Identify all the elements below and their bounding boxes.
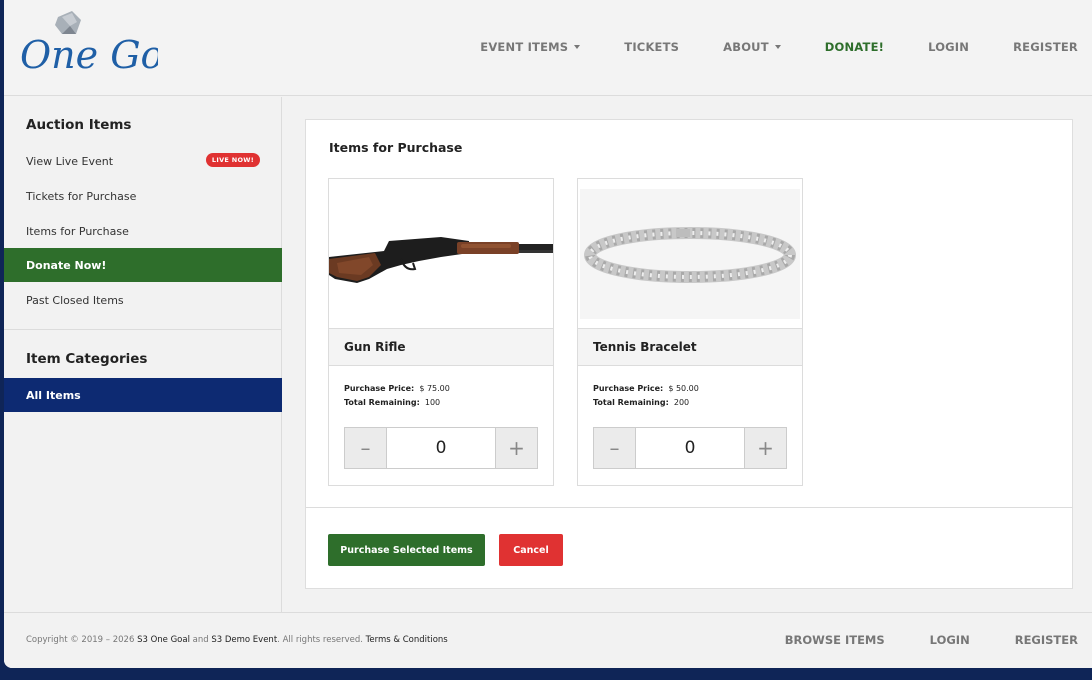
decrement-button[interactable]: –	[345, 428, 387, 468]
sidebar-divider	[4, 329, 282, 330]
live-now-badge: LIVE NOW!	[205, 153, 260, 167]
items-panel: Items for Purchase Gun Rifle Purchase Pr…	[305, 119, 1073, 589]
sidebar-item-all-items[interactable]: All Items	[4, 378, 282, 412]
event-link[interactable]: S3 Demo Event	[211, 635, 277, 645]
rifle-icon	[329, 237, 553, 283]
item-name-bar: Gun Rifle	[329, 328, 553, 366]
nav-about-label: ABOUT	[723, 40, 769, 54]
purchase-selected-items-button[interactable]: Purchase Selected Items	[328, 534, 485, 566]
total-remaining-value: 100	[424, 398, 441, 407]
nav-donate[interactable]: DONATE!	[825, 40, 884, 54]
total-remaining-label: Total Remaining:	[344, 398, 420, 407]
purchase-price-label: Purchase Price:	[344, 384, 415, 393]
sidebar-item-label: All Items	[26, 388, 81, 402]
bracelet-icon	[580, 189, 800, 319]
one-goal-logo[interactable]: One Goal	[18, 8, 198, 86]
terms-link[interactable]: Terms & Conditions	[366, 635, 448, 645]
rifle-image[interactable]	[329, 179, 553, 329]
decrement-button[interactable]: –	[594, 428, 636, 468]
sidebar-item-past-closed-items[interactable]: Past Closed Items	[4, 283, 282, 317]
rights-text: . All rights reserved.	[277, 635, 363, 645]
quantity-stepper: – +	[344, 427, 538, 469]
item-name-bar: Tennis Bracelet	[578, 328, 802, 366]
nav-donate-label: DONATE!	[824, 40, 885, 54]
sidebar-item-items-for-purchase[interactable]: Items for Purchase	[4, 214, 282, 248]
app-frame: One Goal EVENT ITEMS TICKETS ABOUT DONAT…	[4, 0, 1092, 668]
sidebar-item-label: Past Closed Items	[26, 293, 124, 307]
nav-login-label: LOGIN	[928, 40, 970, 54]
item-name: Gun Rifle	[344, 340, 406, 354]
page-title: Items for Purchase	[329, 140, 463, 155]
nav-event-items[interactable]: EVENT ITEMS	[480, 40, 581, 54]
footer-login[interactable]: LOGIN	[930, 633, 970, 647]
purchase-price-value: $ 75.00	[419, 384, 450, 393]
total-remaining-row: Total Remaining: 200	[593, 396, 699, 410]
site-footer: Copyright © 2019 – 2026 S3 One Goal and …	[4, 612, 1092, 668]
sidebar-item-label: Donate Now!	[26, 258, 107, 272]
copyright-text: Copyright © 2019 – 2026 S3 One Goal and …	[26, 635, 448, 645]
sidebar-item-view-live-event[interactable]: View Live Event LIVE NOW!	[4, 144, 282, 178]
nav-register[interactable]: REGISTER	[1013, 40, 1078, 54]
purchase-price-value: $ 50.00	[668, 384, 699, 393]
copyright-and: and	[192, 635, 209, 645]
item-info: Purchase Price: $ 75.00 Total Remaining:…	[344, 382, 450, 410]
bracelet-image[interactable]	[578, 179, 802, 329]
org-link[interactable]: S3 One Goal	[137, 635, 190, 645]
caret-down-icon	[774, 45, 781, 49]
quantity-input[interactable]	[387, 428, 495, 468]
quantity-stepper: – +	[593, 427, 787, 469]
footer-nav: BROWSE ITEMS LOGIN REGISTER	[740, 633, 1078, 647]
increment-button[interactable]: +	[495, 428, 537, 468]
nav-tickets[interactable]: TICKETS	[624, 40, 679, 54]
logo-graphic: One Goal	[20, 11, 198, 77]
cancel-button[interactable]: Cancel	[499, 534, 563, 566]
auction-items-heading: Auction Items	[26, 117, 132, 133]
nav-register-label: REGISTER	[1013, 40, 1078, 54]
nav-tickets-label: TICKETS	[624, 40, 680, 54]
total-remaining-value: 200	[673, 398, 690, 407]
site-header: One Goal EVENT ITEMS TICKETS ABOUT DONAT…	[4, 0, 1092, 96]
nav-about[interactable]: ABOUT	[723, 40, 781, 54]
increment-button[interactable]: +	[744, 428, 786, 468]
item-name: Tennis Bracelet	[593, 340, 697, 354]
nav-login[interactable]: LOGIN	[928, 40, 969, 54]
item-info: Purchase Price: $ 50.00 Total Remaining:…	[593, 382, 699, 410]
sidebar-item-label: Tickets for Purchase	[26, 189, 137, 203]
main-nav: EVENT ITEMS TICKETS ABOUT DONATE! LOGIN …	[436, 38, 1078, 56]
sidebar-item-tickets-for-purchase[interactable]: Tickets for Purchase	[4, 179, 282, 213]
item-card: Gun Rifle Purchase Price: $ 75.00 Total …	[328, 178, 554, 486]
sidebar-item-label: Items for Purchase	[26, 224, 129, 238]
panel-divider	[306, 507, 1072, 508]
total-remaining-row: Total Remaining: 100	[344, 396, 450, 410]
purchase-price-row: Purchase Price: $ 50.00	[593, 382, 699, 396]
item-card: Tennis Bracelet Purchase Price: $ 50.00 …	[577, 178, 803, 486]
copyright-prefix: Copyright © 2019 – 2026	[26, 635, 135, 645]
quantity-input[interactable]	[636, 428, 744, 468]
sidebar: Auction Items View Live Event LIVE NOW! …	[4, 97, 282, 612]
footer-register[interactable]: REGISTER	[1015, 633, 1078, 647]
purchase-price-row: Purchase Price: $ 75.00	[344, 382, 450, 396]
total-remaining-label: Total Remaining:	[593, 398, 669, 407]
footer-browse-items[interactable]: BROWSE ITEMS	[785, 633, 885, 647]
purchase-price-label: Purchase Price:	[593, 384, 664, 393]
logo-text: One Goal	[20, 33, 158, 77]
caret-down-icon	[574, 45, 581, 49]
item-categories-heading: Item Categories	[26, 351, 148, 367]
sidebar-item-donate-now[interactable]: Donate Now!	[4, 248, 282, 282]
sidebar-item-label: View Live Event	[26, 154, 114, 168]
nav-event-items-label: EVENT ITEMS	[480, 40, 569, 54]
